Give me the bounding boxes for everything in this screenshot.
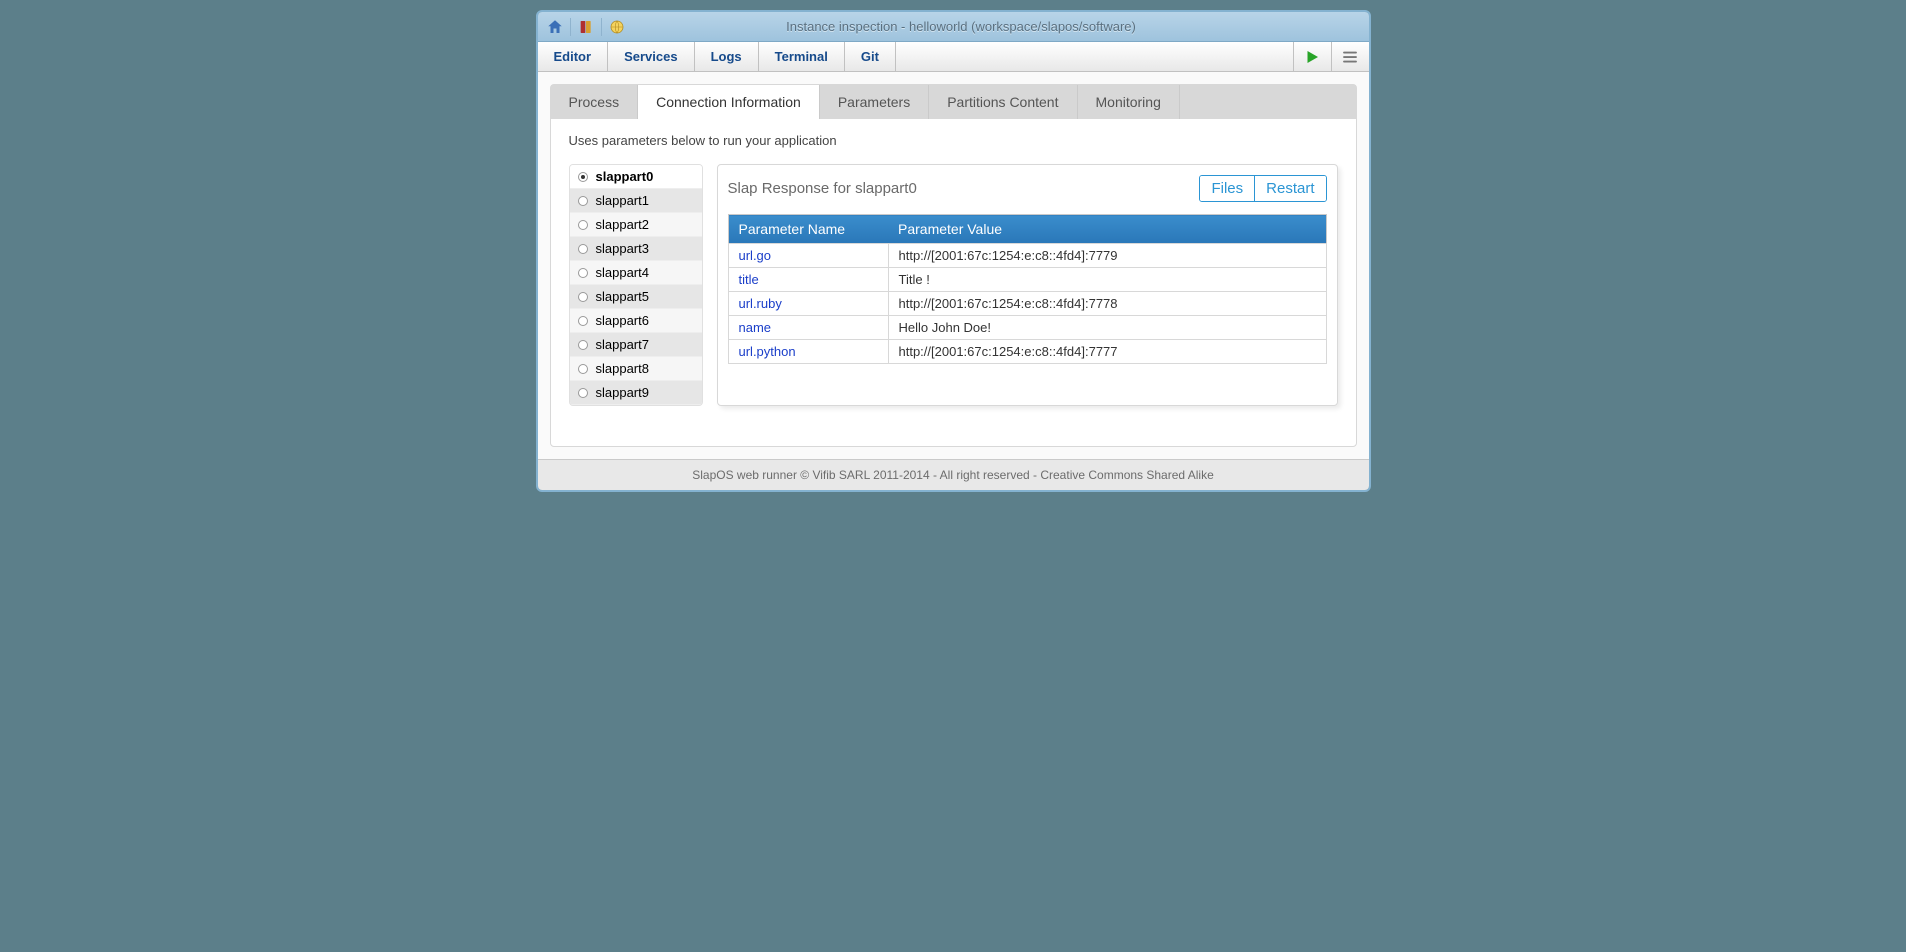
titlebar: Instance inspection - helloworld (worksp… xyxy=(538,12,1369,42)
radio-icon xyxy=(578,388,588,398)
radio-icon xyxy=(578,268,588,278)
run-button[interactable] xyxy=(1293,42,1331,71)
partition-slappart4[interactable]: slappart4 xyxy=(570,261,702,285)
param-value: Title ! xyxy=(888,268,1326,292)
partition-slappart6[interactable]: slappart6 xyxy=(570,309,702,333)
table-row: titleTitle ! xyxy=(728,268,1326,292)
table-row: url.rubyhttp://[2001:67c:1254:e:c8::4fd4… xyxy=(728,292,1326,316)
menu-button[interactable] xyxy=(1331,42,1369,71)
radio-icon xyxy=(578,244,588,254)
param-value: http://[2001:67c:1254:e:c8::4fd4]:7779 xyxy=(888,244,1326,268)
tab-parameters[interactable]: Parameters xyxy=(820,85,929,119)
col-param-value: Parameter Value xyxy=(888,215,1326,244)
content-card: ProcessConnection InformationParametersP… xyxy=(550,84,1357,447)
table-row: nameHello John Doe! xyxy=(728,316,1326,340)
parameter-table: Parameter Name Parameter Value url.gohtt… xyxy=(728,214,1327,364)
menu-services[interactable]: Services xyxy=(608,42,695,71)
detail-header: Slap Response for slappart0 Files Restar… xyxy=(728,175,1327,202)
partition-slappart8[interactable]: slappart8 xyxy=(570,357,702,381)
two-column-layout: slappart0 slappart1 slappart2 slappart3 slap… xyxy=(569,164,1338,406)
menubar-right xyxy=(1293,42,1369,71)
radio-icon xyxy=(578,316,588,326)
partition-slappart9[interactable]: slappart9 xyxy=(570,381,702,405)
app-window: Instance inspection - helloworld (worksp… xyxy=(536,10,1371,492)
partition-slappart0[interactable]: slappart0 xyxy=(570,165,702,189)
col-param-name: Parameter Name xyxy=(728,215,888,244)
menubar: EditorServicesLogsTerminalGit xyxy=(538,42,1369,72)
detail-buttons: Files Restart xyxy=(1199,175,1326,202)
hint-text: Uses parameters below to run your applic… xyxy=(569,133,1338,148)
titlebar-icons xyxy=(538,18,634,36)
menu-editor[interactable]: Editor xyxy=(538,42,609,71)
partition-label: slappart4 xyxy=(596,265,649,280)
separator xyxy=(570,18,571,36)
partition-label: slappart2 xyxy=(596,217,649,232)
param-name[interactable]: url.go xyxy=(728,244,888,268)
globe-icon[interactable] xyxy=(608,18,626,36)
partition-label: slappart8 xyxy=(596,361,649,376)
partition-label: slappart7 xyxy=(596,337,649,352)
partition-list: slappart0 slappart1 slappart2 slappart3 slap… xyxy=(569,164,703,406)
menu-logs[interactable]: Logs xyxy=(695,42,759,71)
partition-label: slappart5 xyxy=(596,289,649,304)
radio-icon xyxy=(578,340,588,350)
menu-terminal[interactable]: Terminal xyxy=(759,42,845,71)
table-row: url.pythonhttp://[2001:67c:1254:e:c8::4f… xyxy=(728,340,1326,364)
tab-body: Uses parameters below to run your applic… xyxy=(551,119,1356,446)
book-icon[interactable] xyxy=(577,18,595,36)
param-value: http://[2001:67c:1254:e:c8::4fd4]:7777 xyxy=(888,340,1326,364)
param-value: http://[2001:67c:1254:e:c8::4fd4]:7778 xyxy=(888,292,1326,316)
param-name[interactable]: url.ruby xyxy=(728,292,888,316)
partition-slappart1[interactable]: slappart1 xyxy=(570,189,702,213)
radio-icon xyxy=(578,292,588,302)
files-button[interactable]: Files xyxy=(1200,176,1254,201)
radio-icon xyxy=(578,196,588,206)
tab-connection-information[interactable]: Connection Information xyxy=(638,85,820,119)
param-name[interactable]: title xyxy=(728,268,888,292)
partition-label: slappart0 xyxy=(596,169,654,184)
param-value: Hello John Doe! xyxy=(888,316,1326,340)
partition-slappart3[interactable]: slappart3 xyxy=(570,237,702,261)
partition-slappart2[interactable]: slappart2 xyxy=(570,213,702,237)
tab-bar: ProcessConnection InformationParametersP… xyxy=(551,85,1356,119)
window-title: Instance inspection - helloworld (worksp… xyxy=(634,19,1369,34)
partition-slappart7[interactable]: slappart7 xyxy=(570,333,702,357)
home-icon[interactable] xyxy=(546,18,564,36)
partition-slappart5[interactable]: slappart5 xyxy=(570,285,702,309)
separator xyxy=(601,18,602,36)
partition-label: slappart9 xyxy=(596,385,649,400)
restart-button[interactable]: Restart xyxy=(1254,176,1325,201)
table-row: url.gohttp://[2001:67c:1254:e:c8::4fd4]:… xyxy=(728,244,1326,268)
menubar-spacer xyxy=(896,42,1293,71)
menu-git[interactable]: Git xyxy=(845,42,896,71)
tab-monitoring[interactable]: Monitoring xyxy=(1078,85,1180,119)
detail-panel: Slap Response for slappart0 Files Restar… xyxy=(717,164,1338,406)
tab-process[interactable]: Process xyxy=(551,85,639,119)
footer-text: SlapOS web runner © Vifib SARL 2011-2014… xyxy=(538,459,1369,490)
detail-title: Slap Response for slappart0 xyxy=(728,180,917,197)
param-name[interactable]: url.python xyxy=(728,340,888,364)
tab-partitions-content[interactable]: Partitions Content xyxy=(929,85,1077,119)
radio-icon xyxy=(578,220,588,230)
radio-icon xyxy=(578,172,588,182)
partition-label: slappart6 xyxy=(596,313,649,328)
partition-label: slappart3 xyxy=(596,241,649,256)
content-outer: ProcessConnection InformationParametersP… xyxy=(538,72,1369,459)
radio-icon xyxy=(578,364,588,374)
partition-label: slappart1 xyxy=(596,193,649,208)
param-name[interactable]: name xyxy=(728,316,888,340)
